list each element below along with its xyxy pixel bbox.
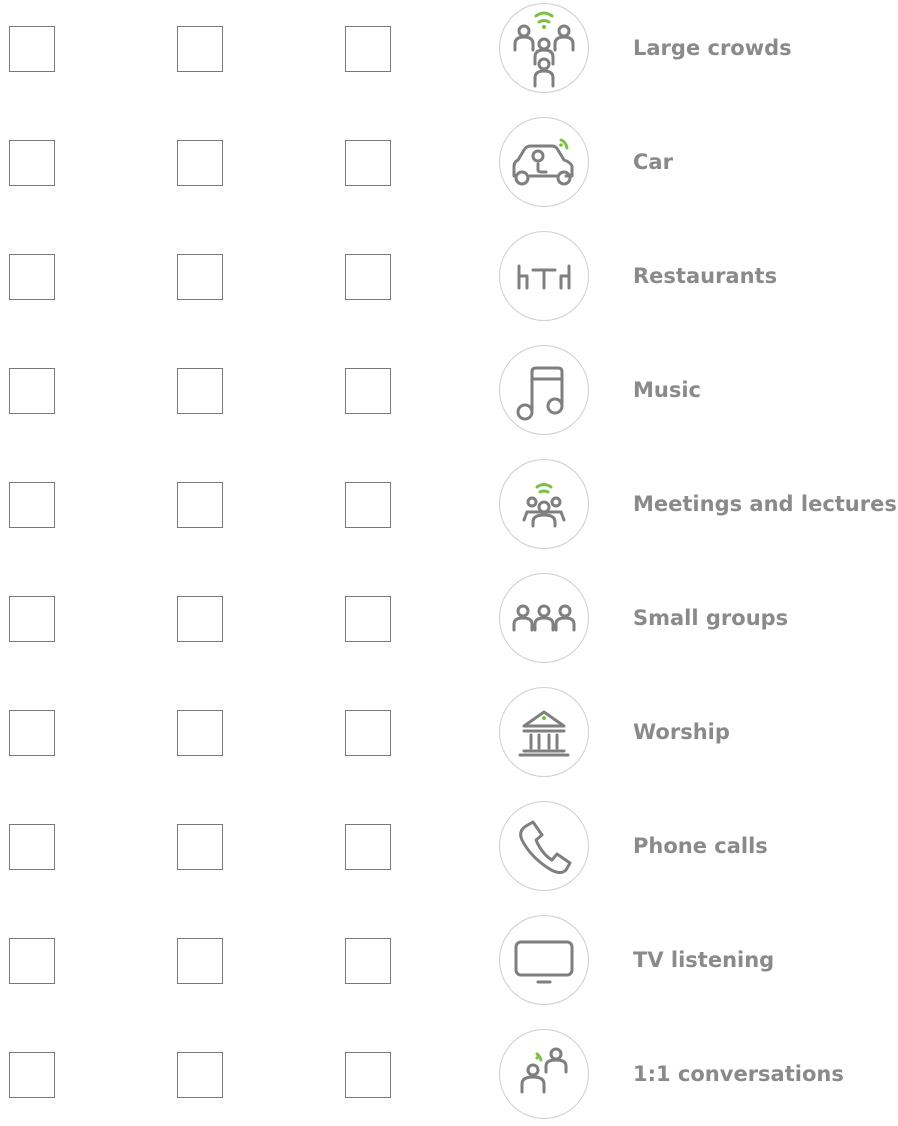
checkbox-col-1[interactable]	[9, 26, 55, 72]
checkbox-col-2[interactable]	[177, 482, 223, 528]
checkbox-col-1[interactable]	[9, 824, 55, 870]
situation-row-meetings: Meetings and lectures	[0, 456, 898, 556]
checkbox-col-1[interactable]	[9, 938, 55, 984]
situation-label: 1:1 conversations	[633, 1062, 844, 1086]
situation-row-car: Car	[0, 114, 898, 214]
checkbox-col-1[interactable]	[9, 596, 55, 642]
checkbox-col-2[interactable]	[177, 26, 223, 72]
situation-row-music: Music	[0, 342, 898, 442]
checkbox-col-3[interactable]	[345, 710, 391, 756]
meetings-icon	[499, 459, 589, 549]
checkbox-col-3[interactable]	[345, 596, 391, 642]
situation-label: Restaurants	[633, 264, 778, 288]
situation-row-small-groups: Small groups	[0, 570, 898, 670]
large-crowds-icon	[499, 3, 589, 93]
music-note-icon	[499, 345, 589, 435]
situation-row-restaurants: Restaurants	[0, 228, 898, 328]
checkbox-col-2[interactable]	[177, 596, 223, 642]
checkbox-col-3[interactable]	[345, 140, 391, 186]
situation-label: Car	[633, 150, 673, 174]
car-icon	[499, 117, 589, 207]
checkbox-col-1[interactable]	[9, 482, 55, 528]
situation-label: Meetings and lectures	[633, 492, 897, 516]
conversation-icon	[499, 1029, 589, 1119]
situation-row-tv-listening: TV listening	[0, 912, 898, 1012]
checkbox-col-2[interactable]	[177, 938, 223, 984]
worship-building-icon	[499, 687, 589, 777]
checkbox-col-1[interactable]	[9, 254, 55, 300]
situation-label: Worship	[633, 720, 730, 744]
restaurant-icon	[499, 231, 589, 321]
checkbox-col-3[interactable]	[345, 26, 391, 72]
checkbox-col-1[interactable]	[9, 1052, 55, 1098]
situation-label: Large crowds	[633, 36, 792, 60]
situation-label: Music	[633, 378, 701, 402]
checkbox-col-3[interactable]	[345, 938, 391, 984]
tv-icon	[499, 915, 589, 1005]
checkbox-col-2[interactable]	[177, 140, 223, 186]
phone-icon	[499, 801, 589, 891]
checkbox-col-1[interactable]	[9, 140, 55, 186]
checkbox-col-1[interactable]	[9, 710, 55, 756]
checkbox-col-3[interactable]	[345, 1052, 391, 1098]
checkbox-col-3[interactable]	[345, 482, 391, 528]
situation-row-large-crowds: Large crowds	[0, 0, 898, 100]
checkbox-col-2[interactable]	[177, 824, 223, 870]
checkbox-col-1[interactable]	[9, 368, 55, 414]
small-groups-icon	[499, 573, 589, 663]
situation-label: Small groups	[633, 606, 789, 630]
checkbox-col-2[interactable]	[177, 710, 223, 756]
checkbox-col-3[interactable]	[345, 368, 391, 414]
situation-label: Phone calls	[633, 834, 768, 858]
checkbox-col-2[interactable]	[177, 1052, 223, 1098]
situation-row-conversations: 1:1 conversations	[0, 1026, 898, 1126]
checkbox-col-2[interactable]	[177, 254, 223, 300]
checkbox-col-3[interactable]	[345, 254, 391, 300]
situation-row-worship: Worship	[0, 684, 898, 784]
checkbox-col-2[interactable]	[177, 368, 223, 414]
situation-label: TV listening	[633, 948, 775, 972]
checkbox-col-3[interactable]	[345, 824, 391, 870]
situation-row-phone-calls: Phone calls	[0, 798, 898, 898]
